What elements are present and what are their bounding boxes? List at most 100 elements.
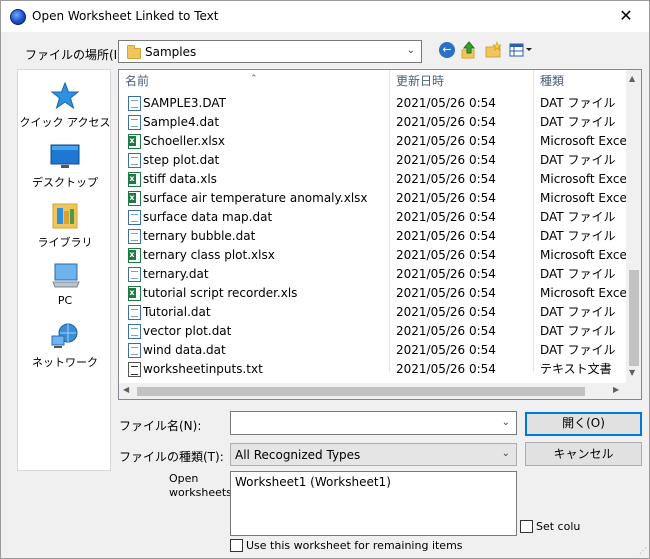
close-button[interactable]: ✕ <box>603 1 649 32</box>
new-folder-icon[interactable] <box>485 41 503 59</box>
file-date: 2021/05/26 0:54 <box>396 229 496 243</box>
file-row[interactable]: surface air temperature anomaly.xlsx 2021… <box>119 189 626 208</box>
worksheet-item[interactable]: Worksheet1 (Worksheet1) <box>235 475 512 489</box>
view-menu-icon[interactable] <box>509 41 533 59</box>
file-date: 2021/05/26 0:54 <box>396 115 496 129</box>
file-name: ternary class plot.xlsx <box>143 248 275 262</box>
file-date: 2021/05/26 0:54 <box>396 362 496 376</box>
sort-ascending-icon: ⌃ <box>250 74 258 84</box>
open-button[interactable]: 開く(O) <box>525 412 642 436</box>
scrollbar-corner <box>626 383 641 399</box>
look-in-value: Samples <box>145 45 197 59</box>
file-type: テキスト文書 <box>540 362 612 376</box>
column-label: 更新日時 <box>396 74 445 88</box>
file-type: Microsoft Excel 9 <box>540 172 626 186</box>
scroll-up-icon[interactable]: ▲ <box>629 74 635 83</box>
file-list[interactable]: 名前 ⌃ 更新日時 種類 SAMPLE3.DAT 2021/05/26 0:54 D… <box>118 69 642 400</box>
file-type: Microsoft Excel \ <box>540 191 626 205</box>
file-name: SAMPLE3.DAT <box>143 96 226 110</box>
file-date: 2021/05/26 0:54 <box>396 267 496 281</box>
chevron-down-icon: ⌄ <box>406 45 415 56</box>
place-label: PC <box>57 294 73 307</box>
dat-file-icon <box>128 267 141 282</box>
horizontal-scrollbar[interactable]: ◀ ▶ <box>119 383 626 399</box>
file-row[interactable]: stiff data.xls 2021/05/26 0:54 Microsoft E… <box>119 170 626 189</box>
place-desktop[interactable]: デスクトップ <box>18 142 112 190</box>
open-worksheet-dialog: Open Worksheet Linked to Text ✕ ファイルの場所(… <box>0 0 650 559</box>
excel-file-icon <box>128 172 141 187</box>
file-row[interactable]: Tutorial.dat 2021/05/26 0:54 DAT ファイル <box>119 303 626 322</box>
set-columns-checkbox[interactable] <box>520 520 533 533</box>
dat-file-icon <box>128 343 141 358</box>
app-icon <box>10 9 26 25</box>
file-type: DAT ファイル <box>540 229 616 243</box>
cancel-button[interactable]: キャンセル <box>525 442 642 466</box>
excel-file-icon <box>128 248 141 263</box>
open-worksheets-label: Open worksheets: <box>169 472 236 500</box>
place-label: ネットワーク <box>32 356 98 369</box>
file-type-combo[interactable]: All Recognized Types ⌄ <box>230 443 517 466</box>
desktop-icon <box>49 142 81 170</box>
place-network[interactable]: ネットワーク <box>18 322 112 370</box>
scroll-down-icon[interactable]: ▼ <box>629 368 635 377</box>
worksheets-list[interactable]: Worksheet1 (Worksheet1) <box>230 471 517 536</box>
place-pc[interactable]: PC <box>18 262 112 307</box>
column-header-date[interactable]: 更新日時 <box>390 70 532 92</box>
file-row[interactable]: vector plot.dat 2021/05/26 0:54 DAT ファイル <box>119 322 626 341</box>
file-row[interactable]: ternary.dat 2021/05/26 0:54 DAT ファイル <box>119 265 626 284</box>
file-type: DAT ファイル <box>540 96 616 110</box>
file-type-value: All Recognized Types <box>235 448 361 462</box>
chevron-down-icon: ⌄ <box>501 417 510 428</box>
window-title: Open Worksheet Linked to Text <box>32 9 219 23</box>
back-icon[interactable]: ← <box>439 42 455 58</box>
place-label: クイック アクセス <box>19 116 111 129</box>
column-header-type[interactable]: 種類 <box>534 70 626 92</box>
up-folder-icon[interactable] <box>461 41 477 59</box>
file-row[interactable]: wind data.dat 2021/05/26 0:54 DAT ファイル <box>119 341 626 360</box>
file-date: 2021/05/26 0:54 <box>396 96 496 110</box>
excel-file-icon <box>128 134 141 149</box>
look-in-combo[interactable]: Samples ⌄ <box>118 40 422 63</box>
excel-file-icon <box>128 191 141 206</box>
file-row[interactable]: tutorial script recorder.xls 2021/05/26 0… <box>119 284 626 303</box>
star-icon <box>49 81 81 110</box>
places-bar: クイック アクセス デスクトップ ライブラリ PC ネットワーク <box>17 69 111 471</box>
chevron-down-icon: ⌄ <box>501 448 510 459</box>
title-bar: Open Worksheet Linked to Text ✕ <box>1 1 649 32</box>
file-type: DAT ファイル <box>540 210 616 224</box>
file-row[interactable]: surface data map.dat 2021/05/26 0:54 DAT フ… <box>119 208 626 227</box>
file-name: Tutorial.dat <box>143 305 211 319</box>
file-date: 2021/05/26 0:54 <box>396 134 496 148</box>
scrollbar-thumb[interactable] <box>137 387 585 396</box>
file-row[interactable]: step plot.dat 2021/05/26 0:54 DAT ファイル <box>119 151 626 170</box>
file-row[interactable]: worksheetinputs.txt 2021/05/26 0:54 テキスト文書 <box>119 360 626 379</box>
file-name-combo[interactable]: ⌄ <box>230 411 517 435</box>
dat-file-icon <box>128 96 141 111</box>
scroll-right-icon[interactable]: ▶ <box>613 385 619 394</box>
scroll-left-icon[interactable]: ◀ <box>123 385 129 394</box>
place-quick-access[interactable]: クイック アクセス <box>18 81 112 130</box>
file-row[interactable]: Sample4.dat 2021/05/26 0:54 DAT ファイル <box>119 113 626 132</box>
dat-file-icon <box>128 305 141 320</box>
file-date: 2021/05/26 0:54 <box>396 286 496 300</box>
scrollbar-thumb[interactable] <box>629 270 639 366</box>
pc-icon <box>49 262 81 290</box>
resize-grip-icon[interactable]: ⋰ <box>639 546 647 555</box>
use-worksheet-label: Use this worksheet for remaining items <box>246 539 463 552</box>
use-worksheet-checkbox[interactable] <box>230 539 243 552</box>
file-row[interactable]: ternary class plot.xlsx 2021/05/26 0:54 Mi… <box>119 246 626 265</box>
place-label: デスクトップ <box>32 176 98 189</box>
file-row[interactable]: Schoeller.xlsx 2021/05/26 0:54 Microsoft E… <box>119 132 626 151</box>
label-line: Open <box>169 472 199 485</box>
file-date: 2021/05/26 0:54 <box>396 210 496 224</box>
file-name: Sample4.dat <box>143 115 220 129</box>
file-date: 2021/05/26 0:54 <box>396 248 496 262</box>
file-row[interactable]: SAMPLE3.DAT 2021/05/26 0:54 DAT ファイル <box>119 94 626 113</box>
file-row[interactable]: ternary bubble.dat 2021/05/26 0:54 DAT ファイ… <box>119 227 626 246</box>
place-label: ライブラリ <box>37 236 93 249</box>
set-columns-label: Set colu <box>536 520 581 533</box>
dat-file-icon <box>128 210 141 225</box>
vertical-scrollbar[interactable]: ▲ ▼ <box>626 70 641 383</box>
place-libraries[interactable]: ライブラリ <box>18 202 112 250</box>
column-header-name[interactable]: 名前 ⌃ <box>119 70 388 92</box>
